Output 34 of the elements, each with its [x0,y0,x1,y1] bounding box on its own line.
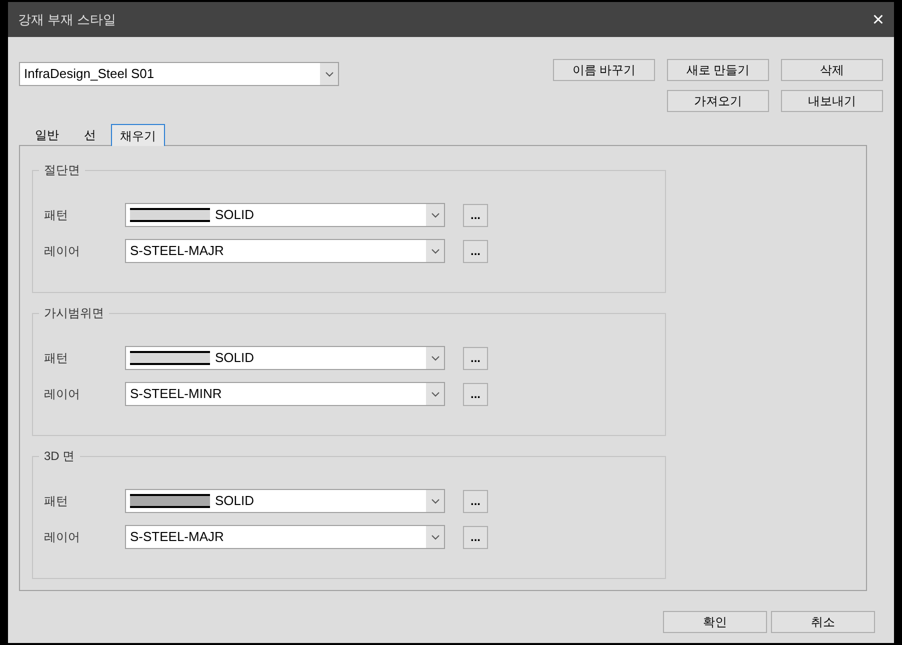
dialog-button[interactable]: 취소 [771,611,875,633]
field-label: 레이어 [44,243,81,260]
dialog-button[interactable]: 삭제 [781,59,883,81]
layer-dropdown[interactable]: S-STEEL-MINR [125,382,445,406]
browse-button[interactable]: ... [463,382,488,406]
group-title: 절단면 [39,162,85,178]
pattern-dropdown[interactable]: SOLID [125,203,445,227]
style-dropdown[interactable]: InfraDesign_Steel S01 [19,62,339,86]
field-label: 패턴 [44,207,69,224]
dialog-button[interactable]: 가져오기 [667,90,769,112]
group-title: 가시범위면 [39,305,109,321]
field-label: 패턴 [44,350,69,367]
tab[interactable]: 채우기 [111,124,165,146]
dialog-button[interactable]: 내보내기 [781,90,883,112]
tab[interactable]: 일반 [25,125,69,145]
pattern-dropdown[interactable]: SOLID [125,489,445,513]
field-label: 레이어 [44,386,81,403]
browse-button[interactable]: ... [463,346,488,370]
field-label: 패턴 [44,493,69,510]
browse-button[interactable]: ... [463,526,488,548]
layer-dropdown[interactable]: S-STEEL-MAJR [125,239,445,263]
field-label: 레이어 [44,529,81,546]
group-title: 3D 면 [39,448,80,464]
dialog-button[interactable]: 이름 바꾸기 [553,59,655,81]
browse-button[interactable]: ... [463,204,488,226]
layer-dropdown[interactable]: S-STEEL-MAJR [125,525,445,549]
window-title: 강재 부재 스타일 [18,10,116,29]
browse-button[interactable]: ... [463,490,488,512]
pattern-dropdown[interactable]: SOLID [125,346,445,370]
browse-button[interactable]: ... [463,240,488,262]
dialog-button[interactable]: 새로 만들기 [667,59,769,81]
close-button[interactable]: × [872,10,884,30]
tab[interactable]: 선 [74,125,106,145]
dialog-button[interactable]: 확인 [663,611,767,633]
